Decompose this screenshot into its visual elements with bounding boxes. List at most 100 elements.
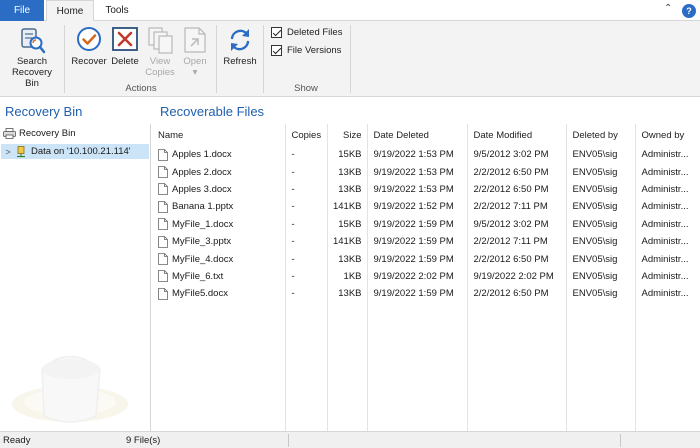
recoverable-files-title: Recoverable Files bbox=[160, 104, 265, 119]
tree-item-data-share[interactable]: > Data on '10.100.21.114' bbox=[1, 144, 149, 159]
cell-owned-by: Administr... bbox=[635, 146, 700, 164]
refresh-button[interactable]: Refresh bbox=[221, 25, 259, 67]
recycle-watermark-icon bbox=[8, 324, 138, 431]
tree-root-label: Recovery Bin bbox=[19, 128, 76, 139]
cell-size: 15KB bbox=[327, 146, 368, 164]
cell-date-deleted: 9/19/2022 1:59 PM bbox=[367, 215, 468, 233]
cell-copies: - bbox=[285, 163, 328, 181]
table-row[interactable]: Apples 2.docx -13KB 9/19/2022 1:53 PM 2/2/2… bbox=[152, 163, 700, 181]
file-icon bbox=[158, 218, 168, 231]
open-label: Open bbox=[183, 56, 207, 67]
cell-size: 1KB bbox=[327, 267, 368, 286]
recoverable-files-table: Name Copies Size Date Deleted Date Modif… bbox=[152, 124, 700, 431]
search-label-line1: Search bbox=[16, 56, 48, 67]
column-header-deleted-by[interactable]: Deleted by bbox=[566, 124, 636, 146]
ribbon-tab-bar: File Home Tools ⌃ ? bbox=[0, 0, 700, 22]
cell-date-deleted: 9/19/2022 1:59 PM bbox=[367, 285, 468, 303]
refresh-icon bbox=[225, 25, 255, 55]
cell-size: 13KB bbox=[327, 285, 368, 303]
deleted-files-checkbox[interactable]: Deleted Files bbox=[271, 27, 342, 38]
cell-name: Banana 1.pptx bbox=[152, 198, 286, 216]
file-name: MyFile_1.docx bbox=[172, 218, 234, 230]
collapse-ribbon-icon[interactable]: ⌃ bbox=[664, 3, 672, 14]
table-row[interactable]: Apples 3.docx -13KB 9/19/2022 1:53 PM 2/2/2… bbox=[152, 180, 700, 199]
cell-copies: - bbox=[285, 198, 328, 216]
cell-deleted-by: ENV05\sig bbox=[566, 267, 636, 286]
view-copies-line2: Copies bbox=[145, 67, 175, 78]
cell-date-modified: 2/2/2012 6:50 PM bbox=[467, 250, 567, 268]
cell-name: MyFile_3.pptx bbox=[152, 232, 286, 251]
table-header-row: Name Copies Size Date Deleted Date Modif… bbox=[152, 124, 700, 146]
column-header-name[interactable]: Name bbox=[152, 124, 286, 146]
tree-item-recovery-bin[interactable]: Recovery Bin bbox=[3, 128, 76, 139]
status-ready: Ready bbox=[3, 435, 31, 446]
checkbox-checked-icon bbox=[271, 27, 282, 38]
file-icon bbox=[158, 200, 168, 213]
cell-deleted-by: ENV05\sig bbox=[566, 146, 636, 164]
tree-child-label: Data on '10.100.21.114' bbox=[31, 146, 131, 157]
column-header-date-deleted[interactable]: Date Deleted bbox=[367, 124, 468, 146]
cell-deleted-by: ENV05\sig bbox=[566, 198, 636, 216]
ribbon-separator bbox=[64, 25, 65, 93]
column-header-size[interactable]: Size bbox=[327, 124, 368, 146]
file-icon bbox=[158, 253, 168, 265]
cell-date-deleted: 9/19/2022 1:59 PM bbox=[367, 232, 468, 251]
cell-size: 13KB bbox=[327, 250, 368, 268]
expand-chevron-icon[interactable]: > bbox=[1, 147, 15, 157]
table-row[interactable]: MyFile_6.txt -1KB 9/19/2022 2:02 PM 9/19/20… bbox=[152, 267, 700, 286]
open-button[interactable]: Open ▾ bbox=[180, 25, 210, 78]
cell-copies: - bbox=[285, 285, 328, 303]
search-recovery-bin-button[interactable]: Search Recovery Bin bbox=[4, 25, 60, 89]
cell-copies: - bbox=[285, 250, 328, 268]
table-row[interactable]: Apples 1.docx -15KB 9/19/2022 1:53 PM 9/5/2… bbox=[152, 146, 700, 164]
file-icon bbox=[158, 183, 168, 196]
cell-date-modified: 2/2/2012 6:50 PM bbox=[467, 285, 567, 303]
status-bar: Ready 9 File(s) bbox=[0, 431, 700, 448]
file-versions-label: File Versions bbox=[287, 45, 342, 56]
cell-name: Apples 3.docx bbox=[152, 180, 286, 199]
table-row[interactable]: Banana 1.pptx -141KB 9/19/2022 1:52 PM 2/2/… bbox=[152, 198, 700, 216]
column-header-owned-by[interactable]: Owned by bbox=[635, 124, 700, 146]
column-divider bbox=[467, 124, 468, 431]
column-header-copies[interactable]: Copies bbox=[285, 124, 328, 146]
recover-button[interactable]: Recover bbox=[71, 25, 107, 67]
cell-owned-by: Administr... bbox=[635, 163, 700, 181]
cell-size: 13KB bbox=[327, 180, 368, 199]
cell-owned-by: Administr... bbox=[635, 267, 700, 286]
cell-size: 141KB bbox=[327, 198, 368, 216]
cell-date-modified: 2/2/2012 6:50 PM bbox=[467, 180, 567, 199]
table-row[interactable]: MyFile5.docx -13KB 9/19/2022 1:59 PM 2/2/20… bbox=[152, 285, 700, 303]
view-copies-button[interactable]: View Copies bbox=[144, 25, 176, 78]
ribbon: Search Recovery Bin Recover Delete View … bbox=[0, 21, 700, 97]
recovery-bin-pane-title: Recovery Bin bbox=[5, 104, 83, 119]
file-name: Apples 2.docx bbox=[172, 166, 232, 178]
files-grid: Name Copies Size Date Deleted Date Modif… bbox=[152, 124, 700, 303]
cell-name: MyFile_1.docx bbox=[152, 215, 286, 233]
actions-group-label: Actions bbox=[125, 83, 157, 94]
status-separator bbox=[620, 434, 621, 447]
cell-date-modified: 2/2/2012 7:11 PM bbox=[467, 232, 567, 251]
cell-name: Apples 1.docx bbox=[152, 146, 286, 164]
table-row[interactable]: MyFile_4.docx -13KB 9/19/2022 1:59 PM 2/2/2… bbox=[152, 250, 700, 268]
tab-file[interactable]: File bbox=[0, 0, 44, 21]
tab-tools[interactable]: Tools bbox=[96, 0, 138, 21]
file-name: Banana 1.pptx bbox=[172, 201, 234, 213]
table-row[interactable]: MyFile_1.docx -15KB 9/19/2022 1:59 PM 9/5/2… bbox=[152, 215, 700, 233]
column-divider bbox=[327, 124, 328, 431]
ribbon-separator bbox=[216, 25, 217, 93]
tab-home[interactable]: Home bbox=[46, 0, 94, 22]
cell-date-modified: 2/2/2012 7:11 PM bbox=[467, 198, 567, 216]
column-header-date-modified[interactable]: Date Modified bbox=[467, 124, 567, 146]
delete-x-icon bbox=[110, 25, 140, 55]
checkbox-checked-icon bbox=[271, 45, 282, 56]
cell-size: 13KB bbox=[327, 163, 368, 181]
network-drive-icon bbox=[15, 145, 27, 158]
delete-button[interactable]: Delete bbox=[109, 25, 141, 67]
cell-copies: - bbox=[285, 146, 328, 164]
cell-owned-by: Administr... bbox=[635, 250, 700, 268]
file-versions-checkbox[interactable]: File Versions bbox=[271, 45, 341, 56]
table-row[interactable]: MyFile_3.pptx -141KB 9/19/2022 1:59 PM 2/2/… bbox=[152, 232, 700, 251]
open-dropdown-icon[interactable]: ▾ bbox=[193, 67, 198, 78]
cell-deleted-by: ENV05\sig bbox=[566, 180, 636, 199]
help-icon[interactable]: ? bbox=[682, 4, 696, 18]
